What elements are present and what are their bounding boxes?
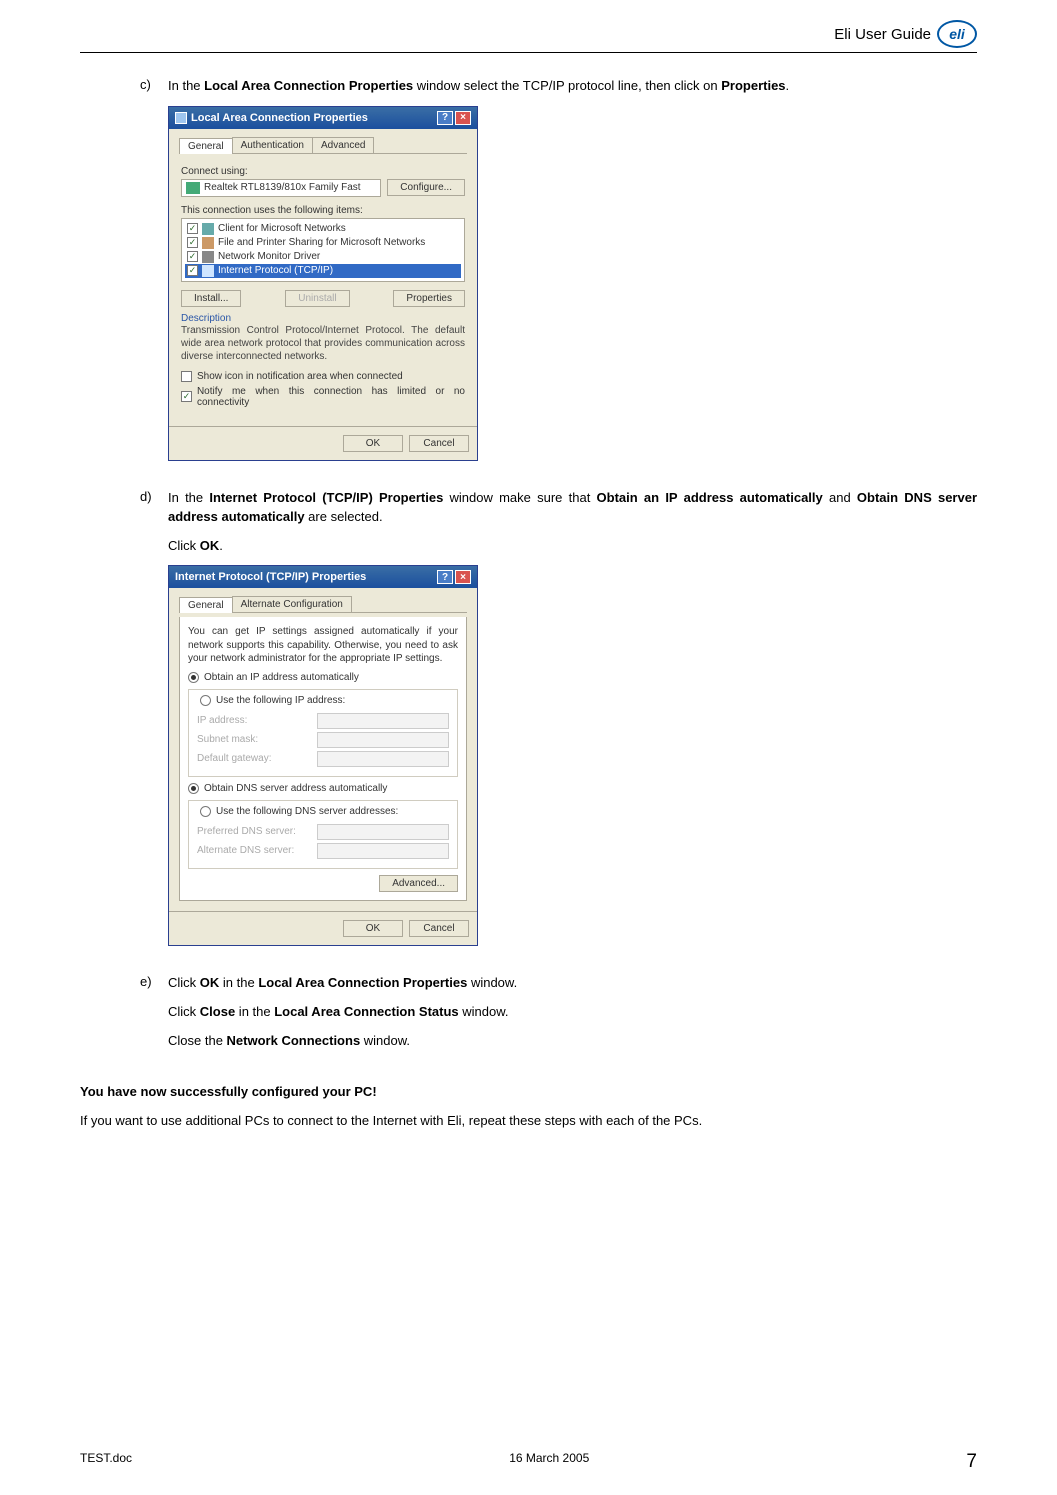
client-icon [202, 223, 214, 235]
pref-dns-label: Preferred DNS server: [197, 826, 307, 837]
step-e: e) Click OK in the Local Area Connection… [140, 974, 977, 1061]
step-d-text: In the Internet Protocol (TCP/IP) Proper… [168, 489, 977, 527]
file-icon [202, 237, 214, 249]
radio-manual-dns[interactable] [200, 806, 211, 817]
tab-general[interactable]: General [179, 138, 233, 154]
dialog1-titlebar: Local Area Connection Properties ? × [169, 107, 477, 129]
success-message: You have now successfully configured you… [80, 1084, 977, 1099]
tab-authentication[interactable]: Authentication [232, 137, 313, 153]
advanced-button[interactable]: Advanced... [379, 875, 458, 892]
show-icon-checkbox[interactable] [181, 371, 192, 382]
dialog-lan-properties: Local Area Connection Properties ? × Gen… [168, 106, 478, 461]
step-e-line2: Click Close in the Local Area Connection… [168, 1003, 977, 1022]
tab-alternate[interactable]: Alternate Configuration [232, 596, 352, 612]
alt-dns-label: Alternate DNS server: [197, 845, 307, 856]
step-e-line3: Close the Network Connections window. [168, 1032, 977, 1051]
description-text: Transmission Control Protocol/Internet P… [181, 324, 465, 363]
checkbox-icon[interactable]: ✓ [187, 251, 198, 262]
subnet-input [317, 732, 449, 748]
step-c: c) In the Local Area Connection Properti… [140, 77, 977, 479]
window-icon [175, 112, 187, 124]
dialog1-tabs: General Authentication Advanced [179, 137, 467, 154]
header-title: Eli User Guide [834, 26, 931, 43]
items-label: This connection uses the following items… [181, 205, 465, 216]
cancel-button[interactable]: Cancel [409, 920, 469, 937]
help-button[interactable]: ? [437, 570, 453, 584]
step-d-click-ok: Click OK. [168, 537, 977, 556]
cancel-button[interactable]: Cancel [409, 435, 469, 452]
connect-using-label: Connect using: [181, 166, 465, 177]
page-footer: TEST.doc 16 March 2005 7 [80, 1451, 977, 1473]
pref-dns-input [317, 824, 449, 840]
checkbox-icon[interactable]: ✓ [187, 237, 198, 248]
dialog2-note: You can get IP settings assigned automat… [188, 625, 458, 666]
logo-text: eli [937, 20, 977, 48]
step-c-marker: c) [140, 77, 168, 479]
close-button[interactable]: × [455, 111, 471, 125]
checkbox-icon[interactable]: ✓ [187, 265, 198, 276]
footer-center: 16 March 2005 [509, 1451, 589, 1473]
radio-auto-dns-label: Obtain DNS server address automatically [204, 783, 387, 794]
dialog1-title: Local Area Connection Properties [191, 112, 368, 124]
step-c-text: In the Local Area Connection Properties … [168, 77, 977, 96]
install-button[interactable]: Install... [181, 290, 241, 307]
properties-button[interactable]: Properties [393, 290, 465, 307]
footer-left: TEST.doc [80, 1451, 132, 1473]
ip-input [317, 713, 449, 729]
notify-checkbox[interactable]: ✓ [181, 391, 192, 402]
footer-page-number: 7 [966, 1451, 977, 1473]
content-area: c) In the Local Area Connection Properti… [80, 77, 977, 1131]
close-button[interactable]: × [455, 570, 471, 584]
alt-dns-input [317, 843, 449, 859]
radio-manual-ip-label: Use the following IP address: [216, 695, 345, 706]
dialog2-title: Internet Protocol (TCP/IP) Properties [175, 571, 366, 583]
tab-general[interactable]: General [179, 597, 233, 613]
gateway-label: Default gateway: [197, 753, 307, 764]
ok-button[interactable]: OK [343, 920, 403, 937]
subnet-label: Subnet mask: [197, 734, 307, 745]
radio-manual-dns-label: Use the following DNS server addresses: [216, 806, 398, 817]
gateway-input [317, 751, 449, 767]
dialog2-tabs: General Alternate Configuration [179, 596, 467, 613]
description-label: Description [181, 313, 465, 324]
radio-auto-ip-label: Obtain an IP address automatically [204, 672, 359, 683]
item-tcpip[interactable]: ✓ Internet Protocol (TCP/IP) [185, 264, 461, 278]
dialog2-titlebar: Internet Protocol (TCP/IP) Properties ? … [169, 566, 477, 588]
items-list[interactable]: ✓ Client for Microsoft Networks ✓ File a… [181, 218, 465, 282]
adapter-field[interactable]: Realtek RTL8139/810x Family Fast [181, 179, 381, 197]
show-icon-label: Show icon in notification area when conn… [197, 371, 403, 382]
notify-label: Notify me when this connection has limit… [197, 386, 465, 408]
followup-message: If you want to use additional PCs to con… [80, 1112, 977, 1131]
adapter-icon [186, 182, 200, 194]
step-e-line1: Click OK in the Local Area Connection Pr… [168, 974, 977, 993]
monitor-icon [202, 251, 214, 263]
dialog-tcpip-properties: Internet Protocol (TCP/IP) Properties ? … [168, 565, 478, 946]
step-d-marker: d) [140, 489, 168, 964]
radio-manual-ip[interactable] [200, 695, 211, 706]
tcp-icon [202, 265, 214, 277]
ip-label: IP address: [197, 715, 307, 726]
checkbox-icon[interactable]: ✓ [187, 223, 198, 234]
item-file-sharing[interactable]: ✓ File and Printer Sharing for Microsoft… [185, 236, 461, 250]
radio-auto-ip[interactable] [188, 672, 199, 683]
radio-auto-dns[interactable] [188, 783, 199, 794]
uninstall-button: Uninstall [285, 290, 349, 307]
item-client[interactable]: ✓ Client for Microsoft Networks [185, 222, 461, 236]
step-d: d) In the Internet Protocol (TCP/IP) Pro… [140, 489, 977, 964]
ok-button[interactable]: OK [343, 435, 403, 452]
tab-advanced[interactable]: Advanced [312, 137, 374, 153]
help-button[interactable]: ? [437, 111, 453, 125]
step-e-marker: e) [140, 974, 168, 1061]
logo: eli [937, 20, 977, 48]
item-monitor[interactable]: ✓ Network Monitor Driver [185, 250, 461, 264]
configure-button[interactable]: Configure... [387, 179, 465, 196]
page-header: Eli User Guide eli [80, 20, 977, 53]
